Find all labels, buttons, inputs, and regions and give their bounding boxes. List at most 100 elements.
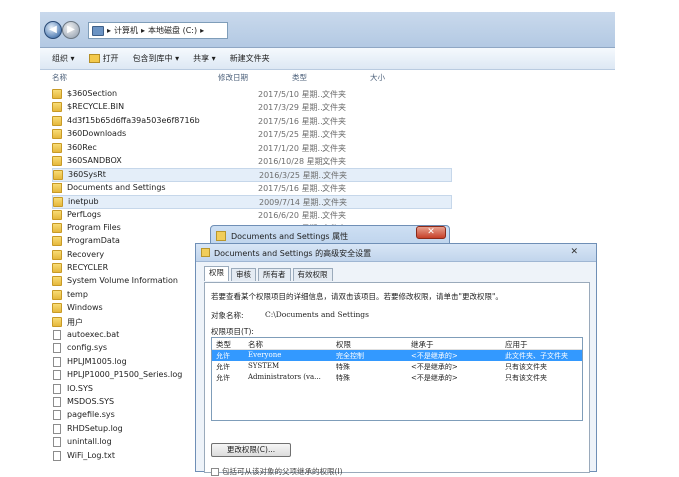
computer-icon	[92, 25, 104, 36]
entry-inherited-from: <不是继承的>	[411, 374, 458, 382]
file-date: 2016/6/20 星期...	[258, 210, 326, 220]
entry-permission: 特殊	[336, 374, 350, 382]
folder-icon	[52, 115, 62, 126]
change-permissions-button[interactable]: 更改权限(C)...	[211, 443, 291, 457]
file-date: 2009/7/14 星期...	[259, 198, 327, 208]
list-header: 类型 名称 权限 继承于 应用于	[212, 338, 582, 350]
file-name: MSDOS.SYS	[67, 396, 115, 406]
file-row[interactable]: PerfLogs 2016/6/20 星期... 文件夹	[52, 209, 452, 222]
address-bar[interactable]: ▸ 计算机 ▸ 本地磁盘 (C:) ▸	[88, 22, 228, 39]
folder-icon	[52, 209, 62, 220]
file-row[interactable]: inetpub 2009/7/14 星期... 文件夹	[52, 195, 452, 209]
file-row[interactable]: 360Rec 2017/1/20 星期... 文件夹	[52, 142, 452, 155]
col-name[interactable]: 名称	[248, 339, 263, 350]
file-date: 2017/1/20 星期...	[258, 143, 326, 153]
file-icon	[53, 450, 61, 461]
file-row[interactable]: $RECYCLE.BIN 2017/3/29 星期... 文件夹	[52, 101, 452, 114]
permission-rows: 允许 Everyone 完全控制 <不是继承的> 此文件夹、子文件夹 允许 SYSTEM 特殊…	[212, 350, 582, 383]
permission-entry[interactable]: 允许 Administrators (va... 特殊 <不是继承的> 只有该文件夹	[212, 372, 582, 383]
new-folder-button[interactable]: 新建文件夹	[230, 53, 270, 64]
file-type: 文件夹	[322, 143, 346, 153]
file-icon	[53, 343, 61, 354]
col-inherited-from[interactable]: 继承于	[411, 339, 434, 350]
object-name-value: C:\Documents and Settings	[265, 310, 369, 319]
tab-permissions[interactable]: 权限	[204, 266, 229, 281]
entry-name: SYSTEM	[248, 362, 280, 370]
file-name: RHDSetup.log	[67, 423, 123, 433]
advanced-security-dialog: Documents and Settings 的高级安全设置 ✕ 权限 审核 所…	[195, 243, 597, 476]
permission-entry[interactable]: 允许 Everyone 完全控制 <不是继承的> 此文件夹、子文件夹	[212, 350, 582, 361]
breadcrumb-sep: ▸	[107, 26, 112, 35]
file-name: autoexec.bat	[67, 330, 120, 340]
entry-permission: 完全控制	[336, 352, 364, 360]
file-name: Windows	[67, 303, 103, 313]
folder-icon	[201, 248, 210, 257]
folder-icon	[52, 236, 62, 247]
file-row[interactable]: $360Section 2017/5/10 星期... 文件夹	[52, 88, 452, 101]
entry-type: 允许	[216, 374, 230, 382]
breadcrumb-computer[interactable]: 计算机	[114, 25, 138, 36]
file-icon	[53, 437, 61, 448]
tab-auditing[interactable]: 审核	[231, 268, 256, 281]
file-row[interactable]: 360Downloads 2017/5/25 星期... 文件夹	[52, 128, 452, 141]
column-name[interactable]: 名称	[52, 72, 67, 83]
folder-icon	[52, 276, 62, 287]
file-name: 360Downloads	[67, 129, 127, 139]
folder-icon	[52, 289, 62, 300]
folder-icon	[52, 263, 62, 274]
file-row[interactable]: 4d3f15b65d6ffa39a503e6f8716b 2017/5/16 星期…	[52, 115, 452, 128]
column-type[interactable]: 类型	[292, 72, 307, 83]
file-icon	[53, 330, 61, 341]
folder-icon	[52, 249, 62, 260]
file-name: WiFi_Log.txt	[67, 450, 116, 460]
include-in-library-button[interactable]: 包含到库中 ▾	[133, 53, 180, 64]
col-permission[interactable]: 权限	[336, 339, 351, 350]
file-row[interactable]: 360SANDBOX 2016/10/28 星期... 文件夹	[52, 155, 452, 168]
column-date[interactable]: 修改日期	[218, 72, 248, 83]
file-row[interactable]: Documents and Settings 2017/5/16 星期... 文件夹	[52, 182, 452, 195]
tab-effective-permissions[interactable]: 有效权限	[292, 268, 333, 281]
close-button[interactable]: ✕	[416, 226, 446, 239]
folder-icon	[52, 222, 62, 233]
col-applies-to[interactable]: 应用于	[505, 339, 528, 350]
file-row[interactable]: 360SysRt 2016/3/25 星期... 文件夹	[52, 168, 452, 182]
file-date: 2017/3/29 星期...	[258, 103, 326, 113]
file-type: 文件夹	[322, 103, 346, 113]
share-button[interactable]: 共享 ▾	[193, 53, 216, 64]
file-name: config.sys	[67, 343, 108, 353]
file-name: Documents and Settings	[67, 182, 166, 192]
open-icon	[88, 54, 100, 63]
permission-entries-label: 权限项目(T):	[211, 327, 254, 336]
col-type[interactable]: 类型	[216, 339, 231, 350]
file-name: 360SysRt	[68, 170, 106, 180]
breadcrumb-sep: ▸	[141, 26, 146, 35]
tab-owner[interactable]: 所有者	[258, 268, 291, 281]
entry-name: Everyone	[248, 351, 282, 359]
dialog-titlebar: Documents and Settings 的高级安全设置 ✕	[196, 244, 596, 262]
entry-applies-to: 只有该文件夹	[505, 374, 547, 382]
close-icon[interactable]: ✕	[570, 247, 578, 257]
file-name: HPLJP1000_P1500_Series.log	[67, 370, 183, 380]
file-name: temp	[67, 289, 88, 299]
file-name: Recovery	[67, 249, 105, 259]
breadcrumb-sep: ▸	[200, 26, 205, 35]
back-button[interactable]: ◀	[44, 21, 62, 39]
organize-button[interactable]: 组织 ▾	[52, 53, 75, 64]
breadcrumb-drive[interactable]: 本地磁盘 (C:)	[148, 25, 197, 36]
permission-entry[interactable]: 允许 SYSTEM 特殊 <不是继承的> 只有该文件夹	[212, 361, 582, 372]
permission-entries-list[interactable]: 类型 名称 权限 继承于 应用于 允许 Everyone 完全控制 <不是继承的> 此文…	[211, 337, 583, 421]
entry-applies-to: 此文件夹、子文件夹	[505, 352, 568, 360]
tab-strip: 权限 审核 所有者 有效权限	[204, 266, 333, 281]
file-date: 2017/5/16 星期...	[258, 183, 326, 193]
file-name: 360Rec	[67, 142, 97, 152]
file-name: ProgramData	[67, 236, 120, 246]
file-name: $360Section	[67, 89, 118, 98]
open-button[interactable]: 打开	[88, 53, 119, 64]
entry-name: Administrators (va...	[248, 373, 321, 381]
column-size[interactable]: 大小	[370, 72, 385, 83]
file-name: HPLJM1005.log	[67, 356, 127, 366]
forward-button[interactable]: ▶	[62, 21, 80, 39]
properties-title: Documents and Settings 属性	[231, 232, 349, 241]
dialog-title: Documents and Settings 的高级安全设置	[214, 249, 372, 258]
file-type: 文件夹	[322, 210, 346, 220]
